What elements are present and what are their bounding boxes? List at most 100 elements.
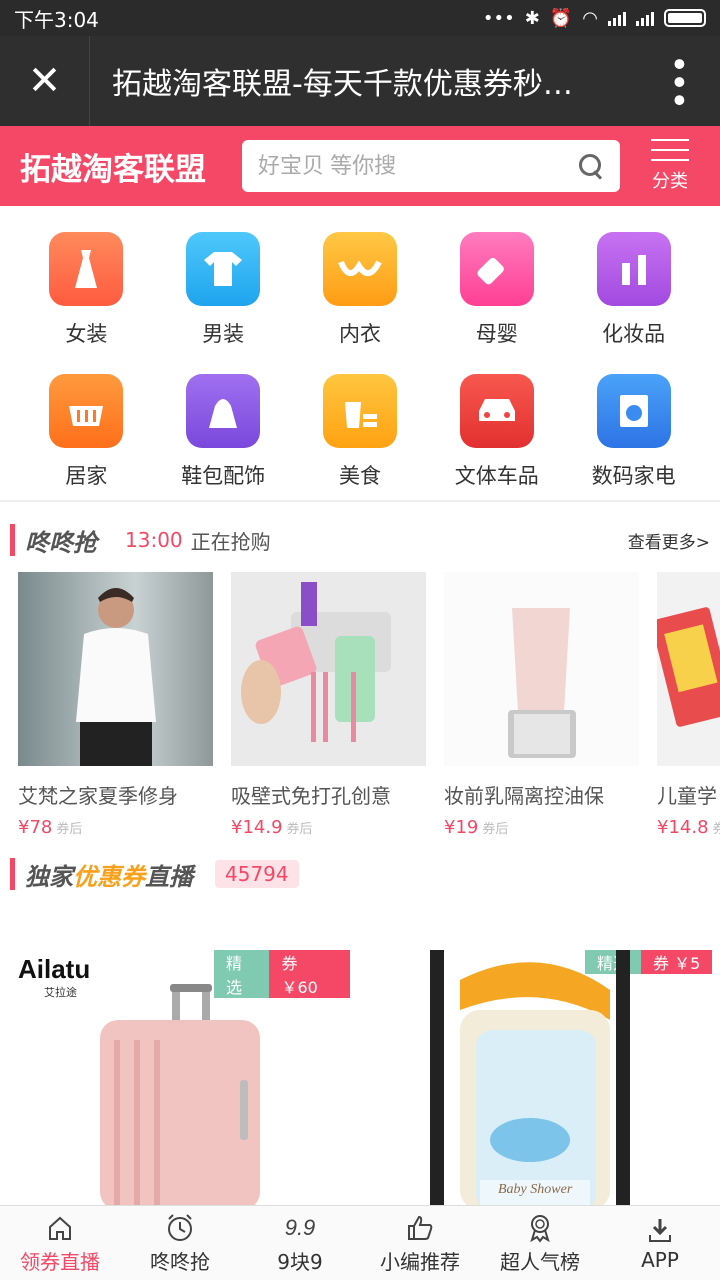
product-image <box>18 572 213 766</box>
product-image <box>231 572 426 766</box>
flash-item[interactable]: 吸壁式免打孔创意 ¥14.9 券后 <box>231 572 426 838</box>
category-item-home[interactable]: 居家 <box>18 374 155 500</box>
nav-label: APP <box>641 1248 679 1272</box>
title-bar: ✕ 拓越淘客联盟-每天千款优惠券秒… ••• <box>0 36 720 126</box>
appliance-icon <box>596 374 671 448</box>
price-tag: 券后 <box>482 822 509 837</box>
nav-label: 领券直播 <box>20 1249 100 1274</box>
category-label: 母婴 <box>475 322 518 346</box>
stroller-image <box>430 950 630 1205</box>
basket-icon <box>49 374 124 448</box>
price-value: ¥19 <box>444 817 479 838</box>
price-value: ¥78 <box>18 817 53 838</box>
battery-icon <box>664 9 706 27</box>
category-button[interactable]: 分类 <box>620 139 720 193</box>
category-item-sports-car[interactable]: 文体车品 <box>428 374 565 500</box>
category-item-bags[interactable]: 鞋包配饰 <box>155 374 292 500</box>
brand-logo-text: Ailatu <box>18 954 91 984</box>
product-print-text: Baby Shower <box>498 1182 573 1197</box>
nav-label: 咚咚抢 <box>150 1249 210 1274</box>
close-button[interactable]: ✕ <box>0 36 90 126</box>
product-image <box>444 572 639 766</box>
coupon-title-highlight: 优惠券 <box>73 862 145 891</box>
price-tag: 券后 <box>712 822 720 837</box>
nav-item-popular-rank[interactable]: 超人气榜 <box>480 1206 600 1280</box>
flash-sale-status: 正在抢购 <box>190 529 271 554</box>
search-icon[interactable] <box>578 153 604 179</box>
category-label: 男装 <box>202 322 245 346</box>
brand-logo-subtext: 艾拉途 <box>44 986 77 999</box>
coupon-section-title: 独家优惠券直播 <box>25 857 193 892</box>
shirt-icon <box>186 232 261 306</box>
food-icon <box>322 374 397 448</box>
status-time: 下午3:04 <box>14 7 99 32</box>
coupon-count-badge: 45794 <box>215 860 299 888</box>
wifi-icon: ◠ <box>582 7 598 29</box>
category-item-men[interactable]: 男装 <box>155 232 292 358</box>
search-input[interactable] <box>258 153 578 179</box>
nav-item-app[interactable]: APP <box>600 1206 720 1280</box>
nav-item-flash-sale[interactable]: 咚咚抢 <box>120 1206 240 1280</box>
more-menu-button[interactable]: ••• <box>636 36 720 126</box>
category-item-underwear[interactable]: 内衣 <box>292 232 429 358</box>
nav-item-editor-picks[interactable]: 小编推荐 <box>360 1206 480 1280</box>
coupon-product-card[interactable]: 精选 券 ￥60 Ailatu 艾拉途 <box>0 950 350 1205</box>
medal-icon <box>525 1212 555 1244</box>
category-label: 数码家电 <box>591 464 676 488</box>
close-icon: ✕ <box>27 58 62 104</box>
menu-icon <box>651 139 689 161</box>
category-item-women[interactable]: 女装 <box>18 232 155 358</box>
cosmetics-icon <box>596 232 671 306</box>
category-label: 女装 <box>65 322 108 346</box>
flash-sale-list: 艾梵之家夏季修身 ¥78 券后 吸壁式免打孔创意 ¥14.9 券后 妆前乳隔离控… <box>0 572 720 842</box>
bag-shoe-icon <box>186 374 261 448</box>
flash-item[interactable]: 艾梵之家夏季修身 ¥78 券后 <box>18 572 213 838</box>
nav-label: 9块9 <box>277 1249 323 1274</box>
bra-icon <box>322 232 397 306</box>
section-marker <box>10 858 15 890</box>
view-more-link[interactable]: 查看更多> <box>628 528 710 553</box>
category-label: 内衣 <box>338 322 381 346</box>
app-header: 拓越淘客联盟 分类 <box>0 126 720 206</box>
flash-sale-header: 咚咚抢 13:00 正在抢购 查看更多> <box>0 522 720 558</box>
coupon-product-card[interactable]: 精选 券 ￥5 Baby Shower <box>370 950 720 1205</box>
category-item-food[interactable]: 美食 <box>292 374 429 500</box>
product-price: ¥14.8券后 <box>657 817 720 838</box>
bottom-navigation: 领券直播 咚咚抢 9.9 9块9 小编推荐 超人气榜 APP <box>0 1205 720 1280</box>
nav-label: 超人气榜 <box>500 1249 580 1274</box>
download-icon <box>646 1214 674 1246</box>
more-vertical-icon: ••• <box>658 53 698 109</box>
coupon-title-part: 独家 <box>25 862 73 891</box>
category-item-cosmetics[interactable]: 化妆品 <box>565 232 702 358</box>
flash-item[interactable]: 妆前乳隔离控油保 ¥19 券后 <box>444 572 639 838</box>
alarm-clock-icon <box>165 1212 195 1244</box>
dress-icon <box>49 232 124 306</box>
price-tag: 券后 <box>286 822 313 837</box>
nav-item-nine-nine[interactable]: 9.9 9块9 <box>240 1206 360 1280</box>
category-item-electronics[interactable]: 数码家电 <box>565 374 702 500</box>
flash-item[interactable]: 儿童学 ¥14.8券后 <box>657 572 720 838</box>
price-tag: 券后 <box>56 822 83 837</box>
price-value: ¥14.9 <box>231 817 283 838</box>
signal-2-icon <box>636 10 654 26</box>
category-label: 文体车品 <box>454 464 539 488</box>
product-image <box>657 572 720 766</box>
brand-title: 拓越淘客联盟 <box>20 151 206 188</box>
coupon-title-part: 直播 <box>145 862 193 891</box>
baby-bottle-icon <box>459 232 534 306</box>
badge-coupon: 券 ￥60 <box>269 950 350 998</box>
nav-label: 小编推荐 <box>380 1249 460 1274</box>
page-title: 拓越淘客联盟-每天千款优惠券秒… <box>112 67 573 102</box>
product-name: 妆前乳隔离控油保 <box>444 784 604 808</box>
product-name: 儿童学 <box>657 784 717 808</box>
category-label: 居家 <box>65 464 108 488</box>
thumbs-up-icon <box>405 1212 435 1244</box>
nav-item-coupon-live[interactable]: 领券直播 <box>0 1206 120 1280</box>
status-bar: 下午3:04 ••• ✱ ⏰ ◠ <box>0 0 720 36</box>
bluetooth-icon: ✱ <box>524 7 540 29</box>
flash-sale-time: 13:00 <box>125 528 183 552</box>
coupon-section-header: 独家优惠券直播 45794 <box>0 854 720 894</box>
flash-sale-title: 咚咚抢 <box>25 528 97 557</box>
search-box[interactable] <box>242 140 620 192</box>
category-item-baby[interactable]: 母婴 <box>428 232 565 358</box>
